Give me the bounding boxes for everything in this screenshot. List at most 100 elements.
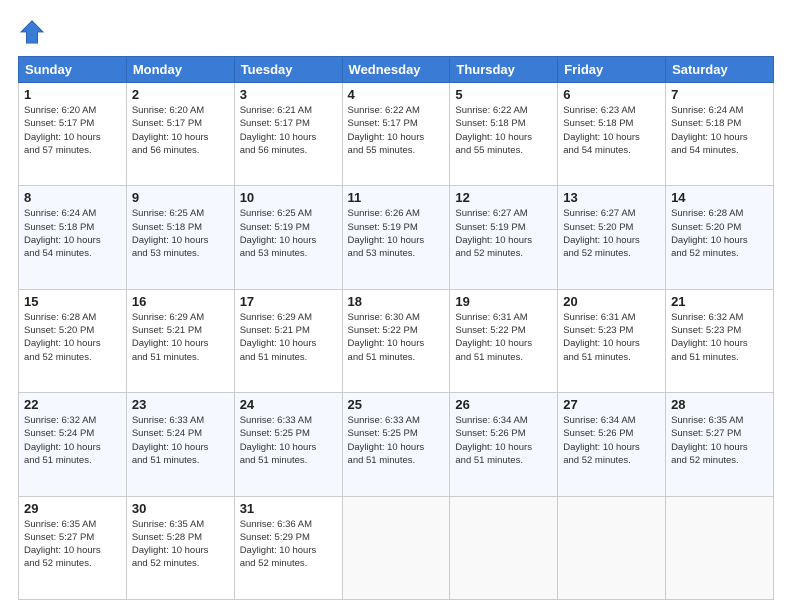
weekday-header-monday: Monday [126,57,234,83]
day-number: 2 [132,87,229,102]
day-info: Sunrise: 6:29 AM Sunset: 5:21 PM Dayligh… [132,311,229,364]
day-info: Sunrise: 6:32 AM Sunset: 5:24 PM Dayligh… [24,414,121,467]
week-row-3: 15 Sunrise: 6:28 AM Sunset: 5:20 PM Dayli… [19,289,774,392]
week-row-4: 22 Sunrise: 6:32 AM Sunset: 5:24 PM Dayli… [19,393,774,496]
day-info: Sunrise: 6:27 AM Sunset: 5:19 PM Dayligh… [455,207,552,260]
day-number: 1 [24,87,121,102]
day-number: 4 [348,87,445,102]
day-info: Sunrise: 6:28 AM Sunset: 5:20 PM Dayligh… [24,311,121,364]
weekday-header-wednesday: Wednesday [342,57,450,83]
day-number: 6 [563,87,660,102]
day-cell-17: 17 Sunrise: 6:29 AM Sunset: 5:21 PM Dayli… [234,289,342,392]
day-number: 31 [240,501,337,516]
weekday-header-sunday: Sunday [19,57,127,83]
day-number: 13 [563,190,660,205]
day-number: 16 [132,294,229,309]
day-number: 18 [348,294,445,309]
day-cell-4: 4 Sunrise: 6:22 AM Sunset: 5:17 PM Daylig… [342,83,450,186]
day-info: Sunrise: 6:33 AM Sunset: 5:24 PM Dayligh… [132,414,229,467]
day-number: 30 [132,501,229,516]
day-number: 21 [671,294,768,309]
day-info: Sunrise: 6:25 AM Sunset: 5:19 PM Dayligh… [240,207,337,260]
day-info: Sunrise: 6:29 AM Sunset: 5:21 PM Dayligh… [240,311,337,364]
day-number: 20 [563,294,660,309]
day-cell-5: 5 Sunrise: 6:22 AM Sunset: 5:18 PM Daylig… [450,83,558,186]
day-number: 19 [455,294,552,309]
day-cell-12: 12 Sunrise: 6:27 AM Sunset: 5:19 PM Dayli… [450,186,558,289]
day-cell-2: 2 Sunrise: 6:20 AM Sunset: 5:17 PM Daylig… [126,83,234,186]
day-info: Sunrise: 6:24 AM Sunset: 5:18 PM Dayligh… [24,207,121,260]
day-cell-24: 24 Sunrise: 6:33 AM Sunset: 5:25 PM Dayli… [234,393,342,496]
day-info: Sunrise: 6:20 AM Sunset: 5:17 PM Dayligh… [132,104,229,157]
day-cell-14: 14 Sunrise: 6:28 AM Sunset: 5:20 PM Dayli… [666,186,774,289]
weekday-header-saturday: Saturday [666,57,774,83]
day-cell-31: 31 Sunrise: 6:36 AM Sunset: 5:29 PM Dayli… [234,496,342,599]
day-info: Sunrise: 6:26 AM Sunset: 5:19 PM Dayligh… [348,207,445,260]
day-info: Sunrise: 6:35 AM Sunset: 5:28 PM Dayligh… [132,518,229,571]
day-number: 29 [24,501,121,516]
week-row-5: 29 Sunrise: 6:35 AM Sunset: 5:27 PM Dayli… [19,496,774,599]
week-row-1: 1 Sunrise: 6:20 AM Sunset: 5:17 PM Daylig… [19,83,774,186]
day-cell-13: 13 Sunrise: 6:27 AM Sunset: 5:20 PM Dayli… [558,186,666,289]
day-cell-6: 6 Sunrise: 6:23 AM Sunset: 5:18 PM Daylig… [558,83,666,186]
day-cell-19: 19Sunrise: 6:31 AM Sunset: 5:22 PM Dayli… [450,289,558,392]
day-number: 17 [240,294,337,309]
empty-cell [558,496,666,599]
day-info: Sunrise: 6:28 AM Sunset: 5:20 PM Dayligh… [671,207,768,260]
day-number: 10 [240,190,337,205]
empty-cell [342,496,450,599]
day-number: 27 [563,397,660,412]
calendar: SundayMondayTuesdayWednesdayThursdayFrid… [18,56,774,600]
day-info: Sunrise: 6:23 AM Sunset: 5:18 PM Dayligh… [563,104,660,157]
day-info: Sunrise: 6:33 AM Sunset: 5:25 PM Dayligh… [348,414,445,467]
day-info: Sunrise: 6:24 AM Sunset: 5:18 PM Dayligh… [671,104,768,157]
day-cell-10: 10 Sunrise: 6:25 AM Sunset: 5:19 PM Dayli… [234,186,342,289]
empty-cell [450,496,558,599]
day-info: Sunrise: 6:36 AM Sunset: 5:29 PM Dayligh… [240,518,337,571]
day-cell-20: 20 Sunrise: 6:31 AM Sunset: 5:23 PM Dayli… [558,289,666,392]
day-info: Sunrise: 6:35 AM Sunset: 5:27 PM Dayligh… [24,518,121,571]
day-cell-28: 28 Sunrise: 6:35 AM Sunset: 5:27 PM Dayli… [666,393,774,496]
day-cell-21: 21 Sunrise: 6:32 AM Sunset: 5:23 PM Dayli… [666,289,774,392]
day-number: 26 [455,397,552,412]
day-cell-11: 11 Sunrise: 6:26 AM Sunset: 5:19 PM Dayli… [342,186,450,289]
day-info: Sunrise: 6:34 AM Sunset: 5:26 PM Dayligh… [455,414,552,467]
day-info: Sunrise: 6:22 AM Sunset: 5:18 PM Dayligh… [455,104,552,157]
day-info: Sunrise: 6:33 AM Sunset: 5:25 PM Dayligh… [240,414,337,467]
day-info: Sunrise: 6:35 AM Sunset: 5:27 PM Dayligh… [671,414,768,467]
day-cell-29: 29 Sunrise: 6:35 AM Sunset: 5:27 PM Dayli… [19,496,127,599]
day-number: 25 [348,397,445,412]
day-number: 9 [132,190,229,205]
weekday-header-tuesday: Tuesday [234,57,342,83]
day-number: 15 [24,294,121,309]
day-info: Sunrise: 6:25 AM Sunset: 5:18 PM Dayligh… [132,207,229,260]
day-info: Sunrise: 6:27 AM Sunset: 5:20 PM Dayligh… [563,207,660,260]
day-cell-22: 22 Sunrise: 6:32 AM Sunset: 5:24 PM Dayli… [19,393,127,496]
day-number: 8 [24,190,121,205]
weekday-header-row: SundayMondayTuesdayWednesdayThursdayFrid… [19,57,774,83]
day-number: 11 [348,190,445,205]
day-number: 12 [455,190,552,205]
day-cell-26: 26 Sunrise: 6:34 AM Sunset: 5:26 PM Dayli… [450,393,558,496]
day-number: 7 [671,87,768,102]
day-number: 3 [240,87,337,102]
day-cell-16: 16 Sunrise: 6:29 AM Sunset: 5:21 PM Dayli… [126,289,234,392]
day-cell-7: 7 Sunrise: 6:24 AM Sunset: 5:18 PM Daylig… [666,83,774,186]
week-row-2: 8 Sunrise: 6:24 AM Sunset: 5:18 PM Daylig… [19,186,774,289]
day-number: 14 [671,190,768,205]
day-info: Sunrise: 6:32 AM Sunset: 5:23 PM Dayligh… [671,311,768,364]
day-cell-27: 27 Sunrise: 6:34 AM Sunset: 5:26 PM Dayli… [558,393,666,496]
day-cell-23: 23 Sunrise: 6:33 AM Sunset: 5:24 PM Dayli… [126,393,234,496]
day-info: Sunrise: 6:22 AM Sunset: 5:17 PM Dayligh… [348,104,445,157]
logo [18,18,50,46]
day-number: 22 [24,397,121,412]
day-number: 28 [671,397,768,412]
day-number: 24 [240,397,337,412]
day-number: 23 [132,397,229,412]
day-info: Sunrise: 6:31 AM Sunset: 5:23 PM Dayligh… [563,311,660,364]
day-number: 5 [455,87,552,102]
day-info: Sunrise: 6:34 AM Sunset: 5:26 PM Dayligh… [563,414,660,467]
day-cell-3: 3Sunrise: 6:21 AM Sunset: 5:17 PM Daylig… [234,83,342,186]
weekday-header-friday: Friday [558,57,666,83]
header [18,18,774,46]
